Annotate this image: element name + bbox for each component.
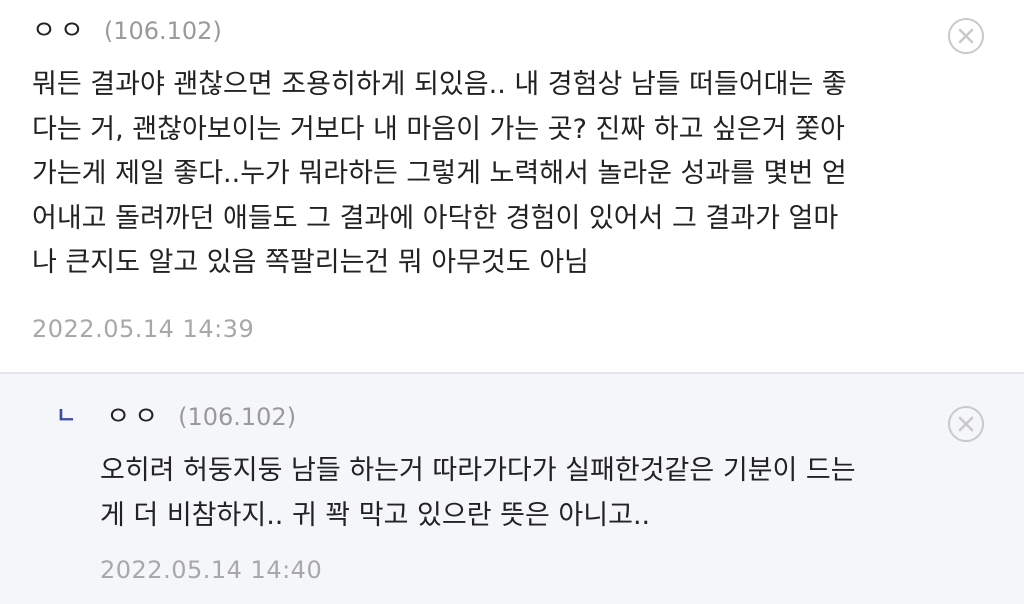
comment-header: ㅇㅇ (106.102) [32, 10, 222, 47]
reply-ip: (106.102) [178, 403, 297, 431]
delete-reply-button[interactable] [948, 406, 984, 442]
close-icon [958, 416, 974, 432]
delete-comment-button[interactable] [948, 18, 984, 54]
comment-ip: (106.102) [103, 17, 222, 45]
reply-body: 오히려 허둥지둥 남들 하는거 따라가다가 실패한것같은 기분이 드는 게 더 … [100, 455, 856, 531]
close-icon [958, 28, 974, 44]
reply-indicator-icon: ㄴ [56, 404, 77, 429]
reply-header: ㄴ ㅇㅇ (106.102) [56, 396, 296, 433]
reply-nickname[interactable]: ㅇㅇ [106, 396, 162, 433]
comment-timestamp: 2022.05.14 14:39 [32, 315, 255, 343]
reply-comment: ㄴ ㅇㅇ (106.102) 오히려 허둥지둥 남들 하는거 따라가다가 실패한… [0, 372, 1024, 604]
comment-nickname[interactable]: ㅇㅇ [32, 10, 88, 47]
reply-timestamp: 2022.05.14 14:40 [100, 556, 323, 584]
comment-body: 뭐든 결과야 괜찮으면 조용히하게 되있음.. 내 경험상 남들 떠들어대는 좋… [32, 69, 847, 278]
comment: ㅇㅇ (106.102) 뭐든 결과야 괜찮으면 조용히하게 되있음.. 내 경… [0, 0, 1024, 372]
